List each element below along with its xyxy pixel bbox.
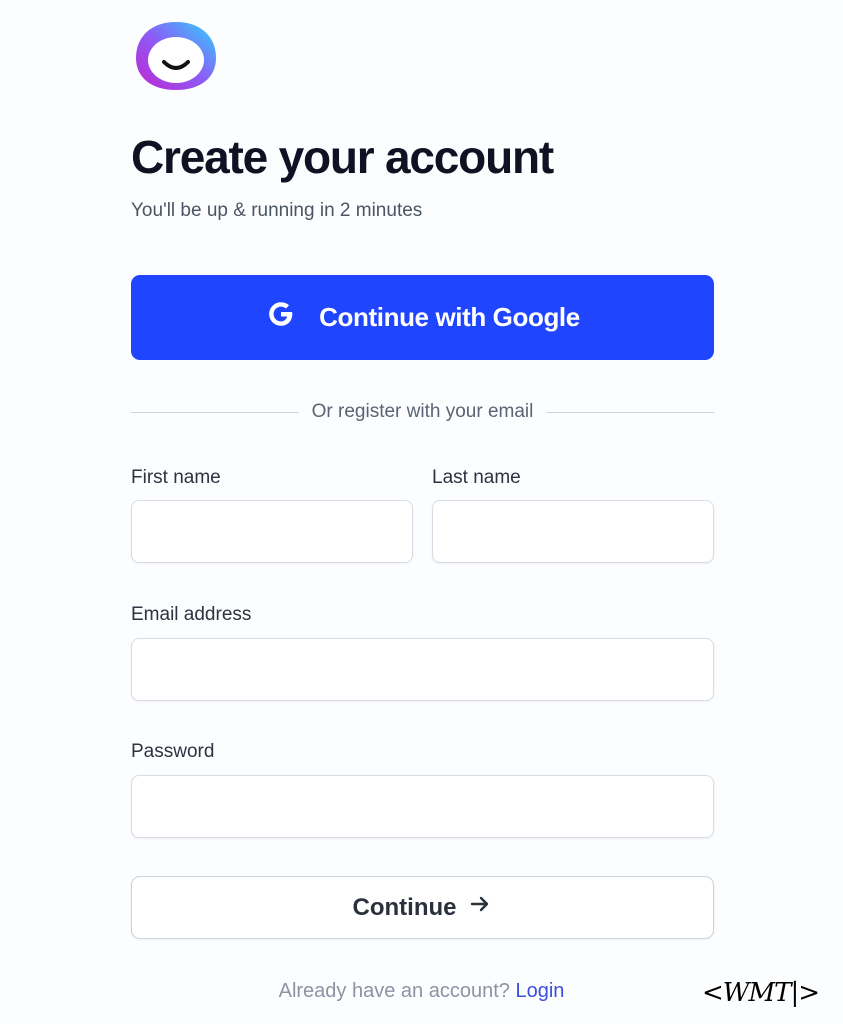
email-field[interactable]: [131, 638, 714, 701]
google-button-label: Continue with Google: [319, 302, 580, 332]
email-divider: Or register with your email: [131, 398, 715, 426]
email-label: Email address: [131, 604, 252, 625]
login-link[interactable]: Login: [515, 980, 564, 1002]
divider-line-left: [131, 411, 299, 413]
first-name-label: First name: [131, 467, 221, 488]
password-field[interactable]: [131, 775, 714, 838]
page-subtitle: You'll be up & running in 2 minutes: [131, 200, 423, 221]
last-name-field[interactable]: [432, 500, 714, 563]
app-logo-icon: [130, 18, 222, 94]
continue-button-label: Continue: [352, 893, 457, 921]
login-prompt-text: Already have an account?: [278, 980, 510, 1002]
watermark: <WMT|>: [702, 978, 820, 1008]
arrow-right-icon: [468, 892, 492, 923]
continue-with-google-button[interactable]: Continue with Google: [131, 275, 714, 360]
continue-button[interactable]: Continue: [131, 876, 714, 939]
google-g-icon: [265, 298, 297, 337]
password-label: Password: [131, 741, 215, 762]
last-name-label: Last name: [432, 467, 521, 488]
divider-text: Or register with your email: [311, 401, 534, 422]
first-name-field[interactable]: [131, 500, 413, 563]
divider-line-right: [546, 411, 715, 413]
page-title: Create your account: [131, 131, 554, 183]
